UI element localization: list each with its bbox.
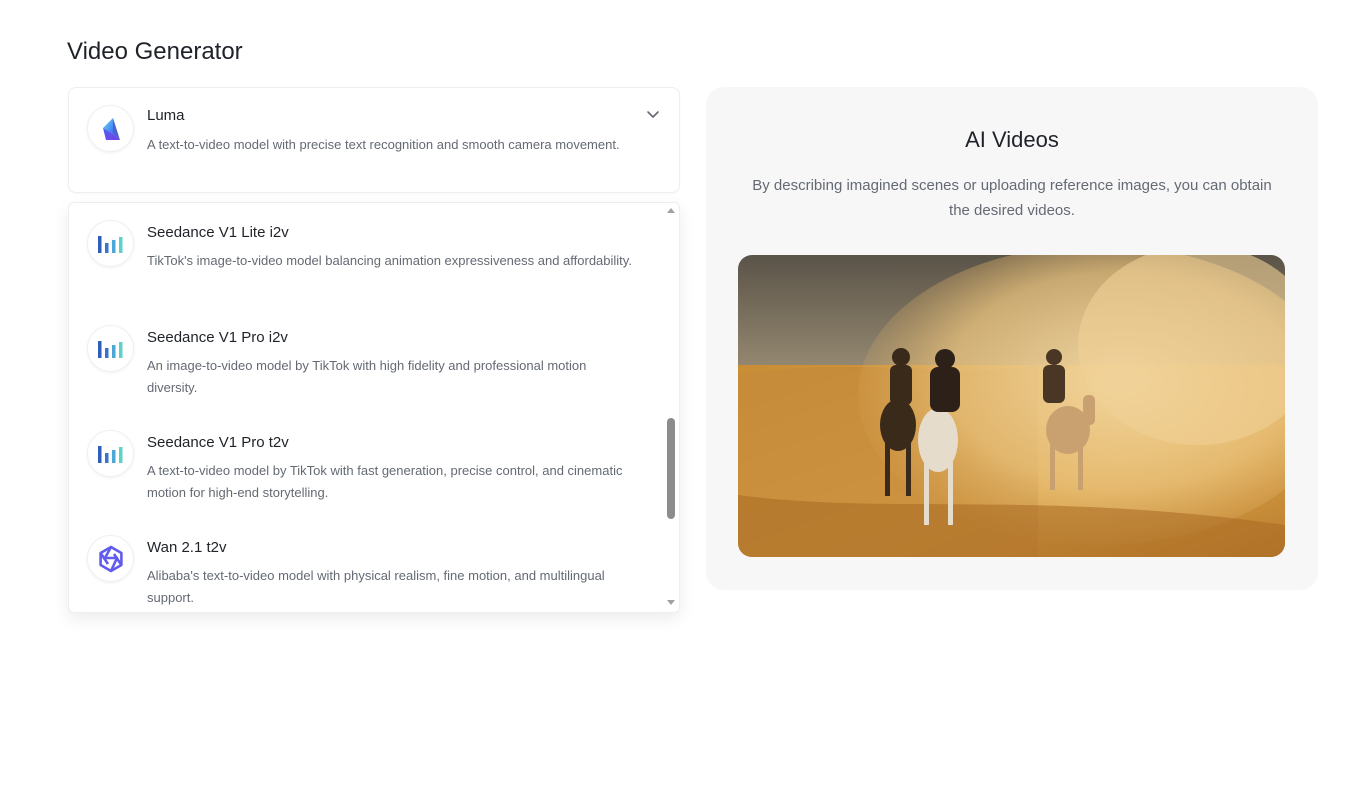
list-item-name: Wan 2.1 t2v — [147, 539, 227, 556]
list-item-description: An image-to-video model by TikTok with h… — [147, 358, 587, 395]
list-item-name: Seedance V1 Lite i2v — [147, 224, 289, 241]
seedance-logo-icon — [87, 220, 134, 267]
list-item-seedance-v1-lite-i2v[interactable]: Seedance V1 Lite i2v TikTok's image-to-v… — [69, 203, 664, 308]
list-item-description: Alibaba's text-to-video model with physi… — [147, 568, 605, 605]
page-title: Video Generator — [67, 38, 243, 65]
scroll-up-arrow-icon[interactable] — [667, 208, 675, 213]
seedance-logo-icon — [87, 430, 134, 477]
list-item-wan-2-1-t2v[interactable]: Wan 2.1 t2v Alibaba's text-to-video mode… — [69, 518, 664, 612]
panel-title: AI Videos — [965, 127, 1059, 152]
list-item-name: Seedance V1 Pro i2v — [147, 329, 288, 346]
ai-videos-panel: AI Videos By describing imagined scenes … — [706, 87, 1318, 590]
seedance-logo-icon — [87, 325, 134, 372]
luma-logo-icon — [87, 105, 134, 152]
list-item-name: Seedance V1 Pro t2v — [147, 434, 289, 451]
list-item-description: A text-to-video model by TikTok with fas… — [147, 463, 623, 500]
model-dropdown-list[interactable]: Seedance V1 Lite i2v TikTok's image-to-v… — [68, 202, 680, 613]
selected-model-name: Luma — [147, 107, 185, 124]
list-item-seedance-v1-pro-i2v[interactable]: Seedance V1 Pro i2v An image-to-video mo… — [69, 308, 664, 413]
chevron-down-icon[interactable] — [645, 106, 661, 122]
list-item-seedance-v1-pro-t2v[interactable]: Seedance V1 Pro t2v A text-to-video mode… — [69, 413, 664, 518]
scrollbar-thumb[interactable] — [667, 418, 675, 519]
wan-logo-icon — [87, 535, 134, 582]
model-select[interactable]: Luma A text-to-video model with precise … — [68, 87, 680, 193]
scroll-down-arrow-icon[interactable] — [667, 600, 675, 605]
selected-model-description: A text-to-video model with precise text … — [147, 137, 620, 152]
preview-image — [738, 255, 1285, 557]
list-item-description: TikTok's image-to-video model balancing … — [147, 253, 632, 268]
panel-subtitle: By describing imagined scenes or uploadi… — [752, 177, 1272, 219]
